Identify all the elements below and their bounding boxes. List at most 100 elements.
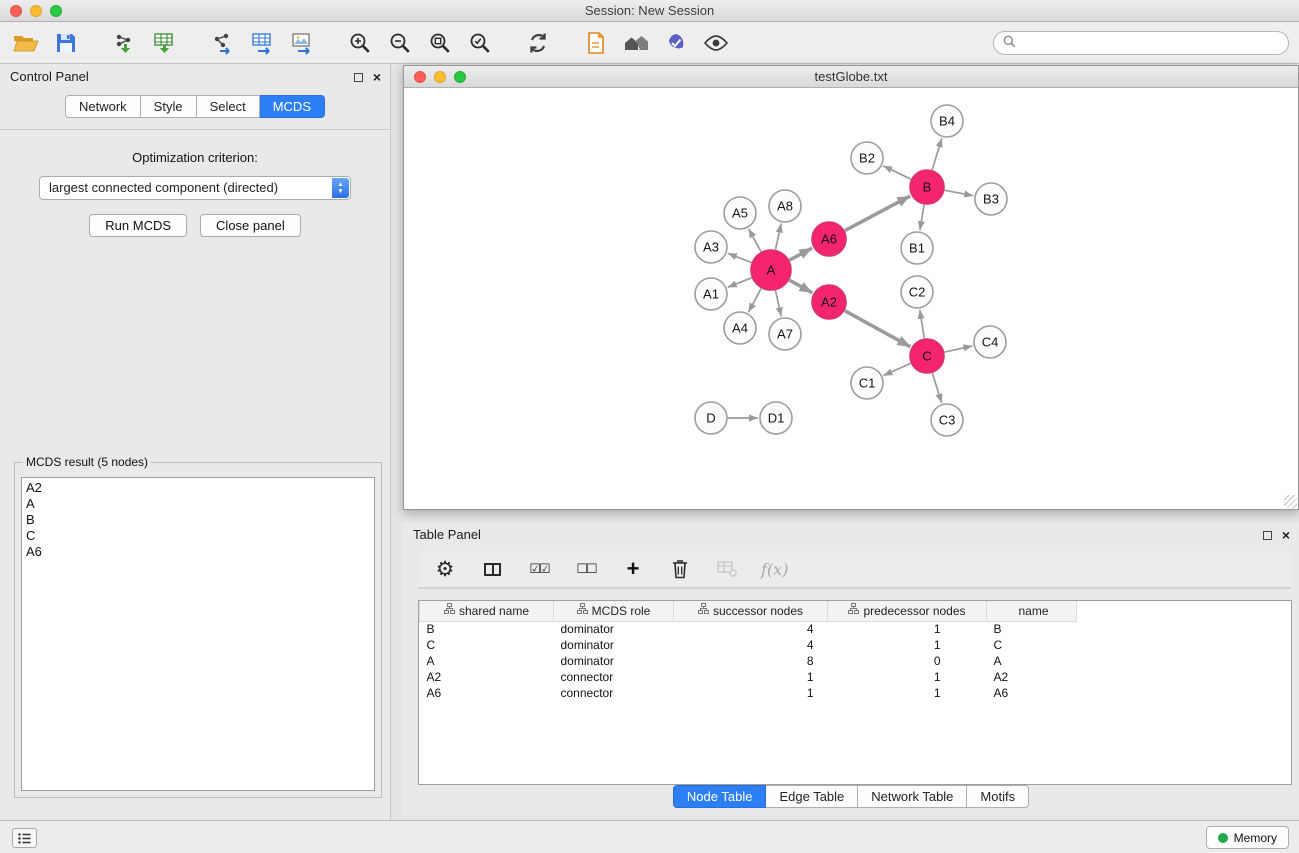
table-cell[interactable]: 0 [828,653,987,669]
deselect-all-rows-icon[interactable]: ☐☐ [573,556,599,582]
mcds-result-item[interactable]: A [26,496,370,512]
graph-edge[interactable] [845,196,910,231]
table-cell[interactable]: 1 [828,637,987,653]
table-settings-icon[interactable]: ⚙ [432,556,458,582]
table-cell[interactable]: connector [554,685,674,701]
vizmap-icon[interactable] [660,27,692,59]
table-cell[interactable]: dominator [554,637,674,653]
table-row[interactable]: Cdominator41C [420,637,1292,653]
table-cell[interactable]: dominator [554,621,674,637]
table-cell[interactable]: A2 [987,669,1077,685]
table-cell[interactable]: B [987,621,1077,637]
create-column-icon[interactable]: + [620,556,646,582]
table-cell[interactable]: 8 [674,653,828,669]
select-all-rows-icon[interactable]: ☑☑ [526,556,552,582]
mcds-result-item[interactable]: A2 [26,480,370,496]
graph-node[interactable]: C4 [974,326,1006,358]
tab-node-table[interactable]: Node Table [673,785,767,808]
graph-node[interactable]: A5 [724,197,756,229]
graph-edge[interactable] [945,190,974,195]
table-row[interactable]: Bdominator41B [420,621,1292,637]
graph-node[interactable]: A4 [724,312,756,344]
run-mcds-button[interactable]: Run MCDS [89,214,187,237]
refresh-icon[interactable] [522,27,554,59]
tab-network-table[interactable]: Network Table [858,785,967,808]
zoom-fit-icon[interactable] [424,27,456,59]
table-cell[interactable]: connector [554,669,674,685]
table-cell[interactable]: A6 [987,685,1077,701]
graph-edge[interactable] [790,248,813,260]
zoom-window-button[interactable] [50,5,62,17]
graph-edge[interactable] [789,280,812,293]
toggle-column-view-icon[interactable] [479,556,505,582]
graph-node[interactable]: C3 [931,404,963,436]
column-header-mcds-role[interactable]: MCDS role [554,601,674,621]
import-network-file-icon[interactable] [108,27,140,59]
graph-node[interactable]: A3 [695,231,727,263]
graph-node[interactable]: B [910,170,944,204]
table-row[interactable]: A2connector11A2 [420,669,1292,685]
zoom-out-icon[interactable] [384,27,416,59]
mcds-result-item[interactable]: C [26,528,370,544]
graph-node[interactable]: A [751,250,791,290]
column-header-name[interactable]: name [987,601,1077,621]
session-document-icon[interactable] [580,27,612,59]
network-minimize-button[interactable] [434,71,446,83]
graph-node[interactable]: B2 [851,142,883,174]
zoom-in-icon[interactable] [344,27,376,59]
search-input[interactable] [1022,36,1279,50]
tab-network[interactable]: Network [65,95,141,118]
memory-button[interactable]: Memory [1206,826,1289,849]
mcds-result-list[interactable]: A2ABCA6 [21,477,375,791]
graph-node[interactable]: B3 [975,183,1007,215]
network-window-titlebar[interactable]: testGlobe.txt [404,66,1298,88]
export-network-icon[interactable] [206,27,238,59]
graph-edge[interactable] [845,311,911,347]
eye-icon[interactable] [700,27,732,59]
column-header-predecessor-nodes[interactable]: predecessor nodes [828,601,987,621]
graph-node[interactable]: C1 [851,367,883,399]
window-resize-grip[interactable] [1284,495,1297,508]
graph-edge[interactable] [728,278,752,288]
network-zoom-button[interactable] [454,71,466,83]
search-box[interactable] [993,31,1289,55]
table-row[interactable]: A6connector11A6 [420,685,1292,701]
table-cell[interactable]: B [420,621,554,637]
table-cell[interactable]: A6 [420,685,554,701]
graph-node[interactable]: A2 [812,285,846,319]
graph-node[interactable]: D1 [760,402,792,434]
mcds-result-item[interactable]: B [26,512,370,528]
zoom-selected-icon[interactable] [464,27,496,59]
network-close-button[interactable] [414,71,426,83]
graph-edge[interactable] [932,138,942,170]
column-header-shared-name[interactable]: shared name [420,601,554,621]
graph-edge[interactable] [776,224,782,250]
graph-edge[interactable] [932,373,941,403]
graph-edge[interactable] [749,229,761,252]
graph-node[interactable]: D [695,402,727,434]
table-row[interactable]: Adominator80A [420,653,1292,669]
table-cell[interactable]: 1 [828,669,987,685]
table-cell[interactable]: A [420,653,554,669]
graph-edge[interactable] [883,363,910,375]
graph-edge[interactable] [883,166,911,179]
table-cell[interactable]: A2 [420,669,554,685]
node-table-container[interactable]: shared name MCDS role successor nodes pr… [418,600,1292,785]
graph-node[interactable]: A8 [769,190,801,222]
export-image-icon[interactable] [286,27,318,59]
table-cell[interactable]: C [987,637,1077,653]
tab-mcds[interactable]: MCDS [260,95,325,118]
graph-node[interactable]: A6 [812,222,846,256]
graph-edge[interactable] [728,253,752,262]
graph-node[interactable]: A7 [769,318,801,350]
criterion-dropdown[interactable]: largest connected component (directed) ▲… [39,176,351,200]
table-cell[interactable]: 1 [828,685,987,701]
tab-edge-table[interactable]: Edge Table [766,785,858,808]
graph-edge[interactable] [749,289,762,313]
graph-edge[interactable] [945,346,973,352]
table-cell[interactable]: 4 [674,621,828,637]
delete-columns-icon[interactable] [667,556,693,582]
graph-node[interactable]: C [910,339,944,373]
column-header-successor-nodes[interactable]: successor nodes [674,601,828,621]
graph-edge[interactable] [776,291,782,317]
